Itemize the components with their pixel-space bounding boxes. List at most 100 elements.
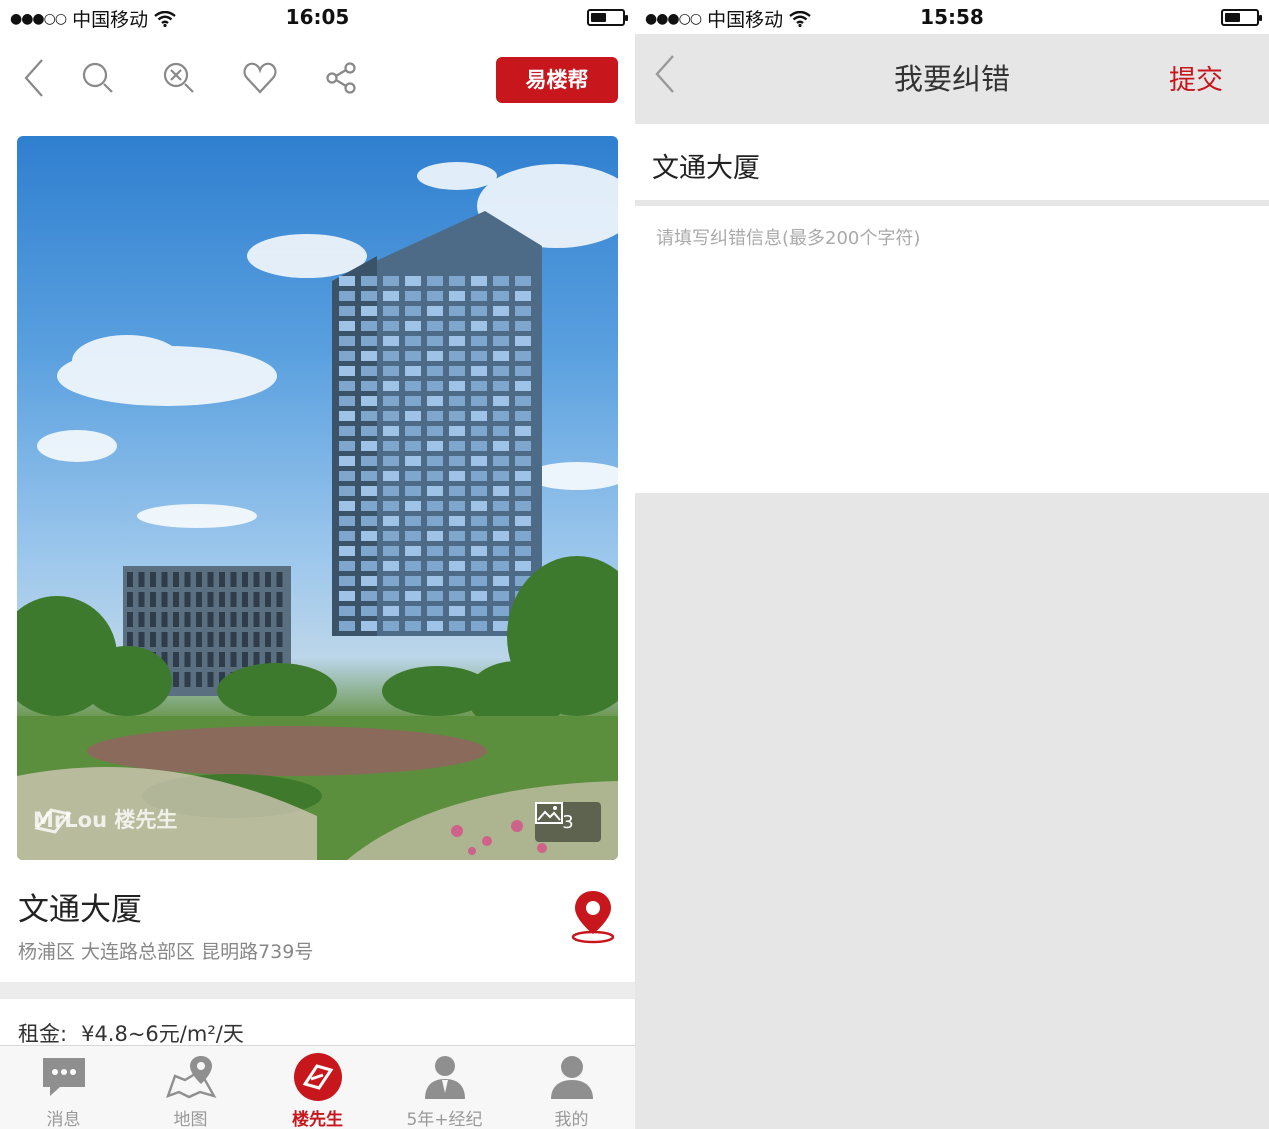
tower-window xyxy=(361,606,377,616)
low-building-window xyxy=(253,612,260,627)
low-building-window xyxy=(196,652,202,667)
tower-window xyxy=(427,531,443,541)
low-building-window xyxy=(161,572,168,587)
low-building-window xyxy=(184,632,191,647)
tower-window xyxy=(383,351,399,361)
tab-mrlou[interactable]: 楼先生 xyxy=(254,1046,381,1129)
low-building-window xyxy=(219,612,225,627)
tower-window xyxy=(471,291,487,301)
tower-window xyxy=(339,441,355,451)
tower-window xyxy=(405,456,421,466)
low-building-window xyxy=(138,632,145,647)
tower-window xyxy=(471,306,487,316)
tower-window xyxy=(361,441,377,451)
tab-profile[interactable]: 我的 xyxy=(508,1046,635,1129)
tower-window xyxy=(339,546,355,556)
low-building-window xyxy=(196,572,202,587)
back-icon[interactable] xyxy=(12,56,56,100)
low-building-window xyxy=(138,612,145,627)
tower-window xyxy=(405,531,421,541)
tower-window xyxy=(339,621,355,631)
tower-window xyxy=(449,501,465,511)
low-building-window xyxy=(265,632,271,647)
tower-window xyxy=(449,516,465,526)
low-building-window xyxy=(150,632,156,647)
photo-count-badge[interactable]: 3 xyxy=(535,802,601,842)
status-bar: ●●●○○ 中国移动 16:05 xyxy=(0,0,635,34)
rent-info: 租金: ¥4.8~6元/m²/天 xyxy=(18,1018,244,1048)
tower-window xyxy=(361,561,377,571)
tower-window xyxy=(449,396,465,406)
heart-icon[interactable] xyxy=(238,56,282,100)
tab-agent[interactable]: 5年+经纪 xyxy=(381,1046,508,1129)
low-building-window xyxy=(196,632,202,647)
tower-window xyxy=(405,306,421,316)
tower-window xyxy=(361,501,377,511)
tower-window xyxy=(361,336,377,346)
tower-window xyxy=(405,411,421,421)
tower-window xyxy=(405,606,421,616)
tower-window xyxy=(339,576,355,586)
photo-watermark: MrLou 楼先生 xyxy=(33,804,177,834)
low-building-window xyxy=(173,632,179,647)
low-building-window xyxy=(219,652,225,667)
low-building-window xyxy=(242,612,248,627)
low-building-window xyxy=(196,592,202,607)
low-building-window xyxy=(265,612,271,627)
battery-level xyxy=(591,13,606,22)
tower-window xyxy=(427,426,443,436)
tower-window xyxy=(471,366,487,376)
tower-window xyxy=(339,471,355,481)
low-building-window xyxy=(207,572,214,587)
tower-window xyxy=(405,381,421,391)
low-building-window xyxy=(265,592,271,607)
building-photo[interactable]: MrLou 楼先生 3 xyxy=(17,136,618,860)
tower-window xyxy=(361,531,377,541)
search-icon[interactable] xyxy=(76,56,120,100)
low-building-window xyxy=(230,612,237,627)
tower-window xyxy=(471,591,487,601)
tower-window xyxy=(383,561,399,571)
tower-window xyxy=(427,441,443,451)
tower-window xyxy=(361,591,377,601)
tower-window xyxy=(449,456,465,466)
tower-window xyxy=(471,426,487,436)
tower-window xyxy=(383,291,399,301)
tab-map[interactable]: 地图 xyxy=(127,1046,254,1129)
tower-window xyxy=(493,321,509,331)
bottom-tab-bar: 消息 地图 楼先生 5年+经纪 我的 xyxy=(0,1045,635,1129)
tower-window xyxy=(427,381,443,391)
error-description-input[interactable] xyxy=(635,206,1269,493)
low-building-window xyxy=(276,632,283,647)
zoom-out-icon[interactable] xyxy=(157,56,201,100)
low-building-window xyxy=(253,592,260,607)
tower-window xyxy=(339,501,355,511)
tower-window xyxy=(405,561,421,571)
low-building-window xyxy=(184,612,191,627)
low-building-window xyxy=(219,632,225,647)
share-icon[interactable] xyxy=(319,56,363,100)
building-name: 文通大厦 xyxy=(18,892,142,928)
tower-window xyxy=(405,321,421,331)
tower-window xyxy=(515,486,531,496)
tower-window xyxy=(493,531,509,541)
low-building-window xyxy=(173,672,179,687)
tower-window xyxy=(515,441,531,451)
tower-window xyxy=(383,441,399,451)
low-building-window xyxy=(127,592,133,607)
location-pin-icon[interactable] xyxy=(568,888,618,944)
tower-window xyxy=(405,396,421,406)
tower-window xyxy=(471,381,487,391)
tower-window xyxy=(515,381,531,391)
detail-toolbar: 易楼帮 xyxy=(0,40,635,120)
tower-window xyxy=(493,516,509,526)
tower-window xyxy=(515,516,531,526)
tower-window xyxy=(493,621,509,631)
yilou-help-button[interactable]: 易楼帮 xyxy=(496,57,618,103)
low-building-window xyxy=(253,632,260,647)
low-building-window xyxy=(207,632,214,647)
tab-messages[interactable]: 消息 xyxy=(0,1046,127,1129)
tower-window xyxy=(471,471,487,481)
tower-window xyxy=(383,576,399,586)
submit-button[interactable]: 提交 xyxy=(1169,58,1223,97)
